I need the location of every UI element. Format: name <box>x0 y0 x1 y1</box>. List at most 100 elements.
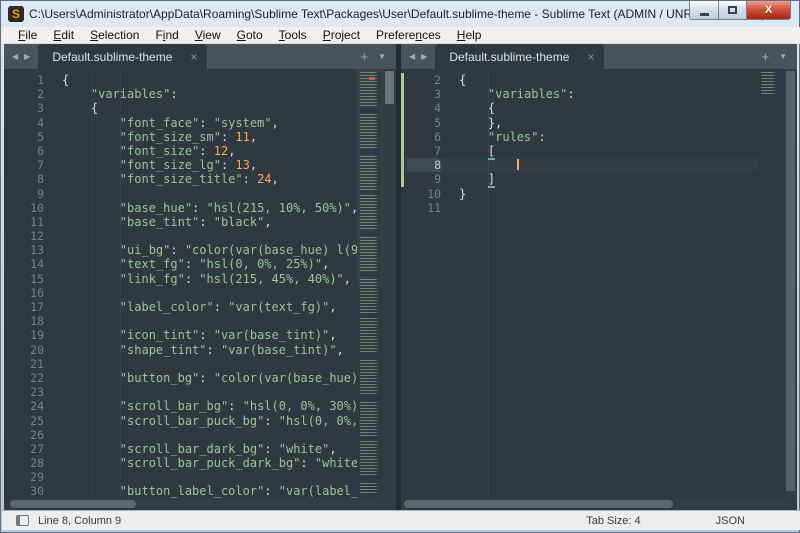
line-text: "scroll_bar_dark_bg": "white", <box>44 442 337 456</box>
menu-item-help[interactable]: Help <box>449 27 490 43</box>
code-line[interactable]: 29 <box>4 470 357 484</box>
code-line[interactable]: 7 [ <box>401 144 758 158</box>
code-line[interactable]: 11 <box>401 201 758 215</box>
prev-tab-icon[interactable]: ◀ <box>12 52 18 61</box>
horizontal-scrollbar-right[interactable] <box>401 498 797 510</box>
menu-item-view[interactable]: View <box>187 27 229 43</box>
close-button[interactable]: X <box>746 1 791 20</box>
line-number: 18 <box>10 314 44 328</box>
vertical-scrollbar-left[interactable] <box>383 69 396 498</box>
minimap-left[interactable] <box>357 69 383 498</box>
scrollbar-thumb[interactable] <box>786 71 795 491</box>
code-line[interactable]: 1{ <box>4 73 357 87</box>
window-controls: X <box>689 1 791 20</box>
code-line[interactable]: 20 "shape_tint": "var(base_tint)", <box>4 343 357 357</box>
code-line[interactable]: 9 ] <box>401 172 758 186</box>
code-line[interactable]: 2 "variables": <box>4 87 357 101</box>
code-line[interactable]: 21 <box>4 357 357 371</box>
minimap-right[interactable] <box>758 69 784 498</box>
minimap-content <box>761 72 778 94</box>
menu-item-goto[interactable]: Goto <box>229 27 271 43</box>
tab-close-icon[interactable]: × <box>587 52 594 62</box>
code-line[interactable]: 19 "icon_tint": "var(base_tint)", <box>4 328 357 342</box>
code-line[interactable]: 12 <box>4 229 357 243</box>
code-line[interactable]: 24 "scroll_bar_bg": "hsl(0, 0%, 30%)", <box>4 399 357 413</box>
tab-bar-right: ◀ ▶ Default.sublime-theme × + ▼ <box>401 44 797 69</box>
menu-item-selection[interactable]: Selection <box>82 27 147 43</box>
tab-overflow-icon[interactable]: ▼ <box>378 52 386 61</box>
tab-close-icon[interactable]: × <box>190 52 197 62</box>
editor-row-right: 2{3 "variables":4 {5 },6 "rules":7 [8 9 … <box>401 69 797 498</box>
panel-toggle-icon[interactable] <box>16 515 29 526</box>
code-line[interactable]: 18 <box>4 314 357 328</box>
tab-size-indicator[interactable]: Tab Size: 4 <box>586 515 640 527</box>
line-number: 25 <box>10 414 44 428</box>
line-number: 22 <box>10 371 44 385</box>
code-view-left[interactable]: 1{2 "variables":3 {4 "font_face": "syste… <box>4 69 357 498</box>
code-line[interactable]: 8 <box>401 158 758 172</box>
menu-item-edit[interactable]: Edit <box>45 27 82 43</box>
code-line[interactable]: 15 "link_fg": "hsl(215, 45%, 40%)", <box>4 272 357 286</box>
code-line[interactable]: 9 <box>4 187 357 201</box>
minimap-mark <box>369 77 375 80</box>
minimize-button[interactable] <box>689 1 718 20</box>
menu-item-tools[interactable]: Tools <box>271 27 315 43</box>
code-line[interactable]: 4 "font_face": "system", <box>4 116 357 130</box>
code-line[interactable]: 10} <box>401 187 758 201</box>
code-line[interactable]: 23 <box>4 385 357 399</box>
syntax-indicator[interactable]: JSON <box>716 515 745 527</box>
code-line[interactable]: 16 <box>4 286 357 300</box>
scrollbar-thumb[interactable] <box>404 500 673 508</box>
line-text: "shape_tint": "var(base_tint)", <box>44 343 344 357</box>
code-line[interactable]: 13 "ui_bg": "color(var(base_hue) l(93%))… <box>4 243 357 257</box>
code-line[interactable]: 28 "scroll_bar_puck_dark_bg": "white", <box>4 456 357 470</box>
code-line[interactable]: 11 "base_tint": "black", <box>4 215 357 229</box>
code-line[interactable]: 30 "button_label_color": "var(label_colo… <box>4 484 357 498</box>
tab-spacer <box>207 44 350 69</box>
new-tab-icon[interactable]: + <box>761 49 769 64</box>
code-line[interactable]: 6 "font_size": 12, <box>4 144 357 158</box>
next-tab-icon[interactable]: ▶ <box>421 52 427 61</box>
code-line[interactable]: 27 "scroll_bar_dark_bg": "white", <box>4 442 357 456</box>
code-line[interactable]: 5 }, <box>401 116 758 130</box>
menu-item-find[interactable]: Find <box>147 27 186 43</box>
maximize-button[interactable] <box>718 1 746 20</box>
line-text: { <box>441 73 466 87</box>
tab-overflow-icon[interactable]: ▼ <box>779 52 787 61</box>
code-line[interactable]: 17 "label_color": "var(text_fg)", <box>4 300 357 314</box>
tab-default-sublime-theme-left[interactable]: Default.sublime-theme × <box>38 44 207 69</box>
vertical-scrollbar-right[interactable] <box>784 69 797 498</box>
line-number: 19 <box>10 328 44 342</box>
menu-item-file[interactable]: File <box>10 27 45 43</box>
code-line[interactable]: 22 "button_bg": "color(var(base_hue) l(9… <box>4 371 357 385</box>
code-line[interactable]: 25 "scroll_bar_puck_bg": "hsl(0, 0%, 30%… <box>4 414 357 428</box>
line-number: 3 <box>407 87 441 101</box>
next-tab-icon[interactable]: ▶ <box>24 52 30 61</box>
scrollbar-thumb[interactable] <box>385 71 394 104</box>
code-line[interactable]: 6 "rules": <box>401 130 758 144</box>
code-line[interactable]: 4 { <box>401 101 758 115</box>
code-line[interactable]: 2{ <box>401 73 758 87</box>
menu-item-preferences[interactable]: Preferences <box>368 27 449 43</box>
code-view-right[interactable]: 2{3 "variables":4 {5 },6 "rules":7 [8 9 … <box>401 69 758 498</box>
scrollbar-thumb[interactable] <box>10 500 136 508</box>
new-tab-icon[interactable]: + <box>360 49 368 64</box>
code-line[interactable]: 3 { <box>4 101 357 115</box>
tab-default-sublime-theme-right[interactable]: Default.sublime-theme × <box>435 44 604 69</box>
code-line[interactable]: 8 "font_size_title": 24, <box>4 172 357 186</box>
code-line[interactable]: 26 <box>4 428 357 442</box>
tab-bar-left: ◀ ▶ Default.sublime-theme × + ▼ <box>4 44 396 69</box>
line-number: 9 <box>10 187 44 201</box>
menu-item-project[interactable]: Project <box>315 27 368 43</box>
code-line[interactable]: 5 "font_size_sm": 11, <box>4 130 357 144</box>
line-number: 15 <box>10 272 44 286</box>
horizontal-scrollbar-left[interactable] <box>4 498 396 510</box>
code-line[interactable]: 14 "text_fg": "hsl(0, 0%, 25%)", <box>4 257 357 271</box>
prev-tab-icon[interactable]: ◀ <box>409 52 415 61</box>
code-line[interactable]: 10 "base_hue": "hsl(215, 10%, 50%)", <box>4 201 357 215</box>
title-bar[interactable]: S C:\Users\Administrator\AppData\Roaming… <box>1 1 799 27</box>
modified-lines-marker <box>401 73 404 187</box>
line-text: { <box>44 101 98 115</box>
code-line[interactable]: 3 "variables": <box>401 87 758 101</box>
code-line[interactable]: 7 "font_size_lg": 13, <box>4 158 357 172</box>
